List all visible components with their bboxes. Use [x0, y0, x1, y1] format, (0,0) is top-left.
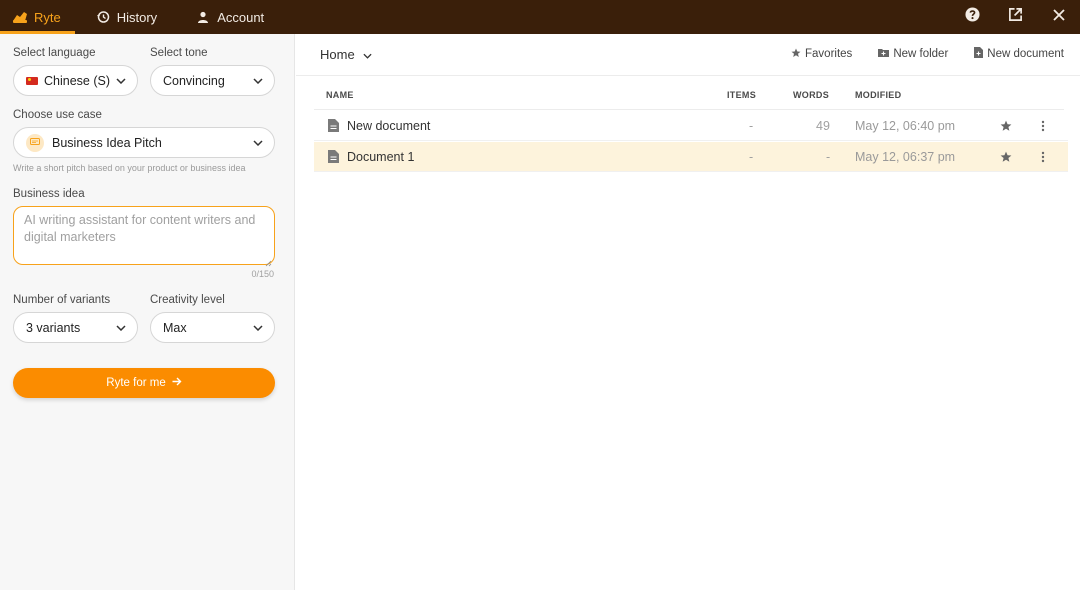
tone-value: Convincing [163, 73, 225, 88]
row-words: - [826, 150, 831, 164]
use-case-value: Business Idea Pitch [52, 135, 162, 150]
favorite-star-icon[interactable] [998, 149, 1014, 165]
tab-history-label: History [116, 9, 158, 25]
col-items[interactable]: ITEMS [727, 90, 756, 100]
row-name: New document [347, 119, 431, 133]
character-counter: 0/150 [251, 269, 274, 279]
folder-plus-icon [878, 48, 890, 60]
language-select[interactable]: Chinese (S) [13, 65, 138, 96]
history-icon [95, 9, 111, 25]
ryte-for-me-label: Ryte for me [106, 377, 166, 389]
creativity-select[interactable]: Max [150, 312, 275, 343]
language-value: Chinese (S) [44, 73, 110, 88]
use-case-hint: Write a short pitch based on your produc… [13, 163, 246, 173]
top-bar: Ryte History Account [0, 0, 1080, 34]
tab-account[interactable]: Account [181, 0, 278, 34]
more-vertical-icon[interactable] [1035, 149, 1051, 165]
variants-value: 3 variants [26, 320, 81, 335]
breadcrumb-home: Home [320, 47, 355, 62]
use-case-label: Choose use case [13, 109, 102, 121]
table-row[interactable]: Document 1 - - May 12, 06:37 pm [314, 142, 1068, 172]
resize-handle-icon[interactable] [265, 255, 272, 267]
tab-ryte[interactable]: Ryte [0, 0, 75, 34]
creativity-value: Max [163, 320, 187, 335]
row-modified: May 12, 06:40 pm [855, 119, 956, 133]
breadcrumb[interactable]: Home [320, 47, 372, 62]
favorite-star-icon[interactable] [998, 118, 1014, 134]
documents-panel: Home Favorites New folder New document N… [296, 34, 1080, 590]
new-folder-label: New folder [893, 48, 949, 60]
tone-select[interactable]: Convincing [150, 65, 275, 96]
col-name[interactable]: NAME [326, 90, 354, 100]
arrow-right-icon [172, 377, 182, 389]
ryte-for-me-button[interactable]: Ryte for me [13, 368, 275, 398]
generator-panel: Select language Select tone Chinese (S) … [0, 34, 295, 590]
row-items: - [749, 119, 754, 133]
row-modified: May 12, 06:37 pm [855, 150, 956, 164]
help-icon [965, 7, 980, 27]
chevron-down-icon [115, 75, 127, 87]
help-button[interactable] [951, 0, 994, 34]
china-flag-icon [26, 76, 38, 85]
col-words[interactable]: WORDS [793, 90, 829, 100]
document-icon [328, 119, 339, 132]
chevron-down-icon [252, 322, 264, 334]
document-plus-icon [974, 47, 984, 61]
documents-header: Home Favorites New folder New document [296, 34, 1080, 76]
new-document-label: New document [987, 48, 1064, 60]
row-words: 49 [816, 119, 830, 133]
row-items: - [749, 150, 754, 164]
chevron-down-icon [252, 137, 264, 149]
document-icon [328, 150, 339, 163]
variants-label: Number of variants [13, 294, 111, 306]
favorites-label: Favorites [805, 48, 853, 60]
favorites-button[interactable]: Favorites [791, 47, 852, 61]
creativity-label: Creativity level [150, 294, 225, 306]
chevron-down-icon [363, 47, 372, 62]
chat-bubble-icon [26, 133, 44, 152]
business-idea-placeholder: AI writing assistant for content writers… [24, 213, 256, 244]
row-name: Document 1 [347, 150, 415, 164]
close-button[interactable] [1037, 0, 1080, 34]
chevron-down-icon [115, 322, 127, 334]
variants-select[interactable]: 3 variants [13, 312, 138, 343]
new-document-button[interactable]: New document [974, 47, 1064, 61]
tab-ryte-label: Ryte [34, 9, 61, 25]
business-idea-input[interactable]: AI writing assistant for content writers… [13, 206, 275, 267]
open-external-icon [1008, 7, 1023, 27]
open-external-button[interactable] [994, 0, 1037, 34]
table-header: NAME ITEMS WORDS MODIFIED [314, 82, 1064, 110]
use-case-select[interactable]: Business Idea Pitch [13, 127, 275, 158]
tone-label: Select tone [150, 47, 208, 59]
business-idea-label: Business idea [13, 188, 85, 200]
ryte-logo-icon [12, 9, 28, 25]
more-vertical-icon[interactable] [1035, 118, 1051, 134]
person-icon [195, 9, 211, 25]
tab-history[interactable]: History [81, 0, 171, 34]
col-modified[interactable]: MODIFIED [855, 90, 901, 100]
close-icon [1052, 8, 1065, 26]
star-icon [791, 48, 801, 61]
language-label: Select language [13, 47, 96, 59]
new-folder-button[interactable]: New folder [878, 47, 948, 61]
tab-account-label: Account [217, 9, 265, 25]
table-row[interactable]: New document - 49 May 12, 06:40 pm [314, 111, 1068, 141]
chevron-down-icon [252, 75, 264, 87]
